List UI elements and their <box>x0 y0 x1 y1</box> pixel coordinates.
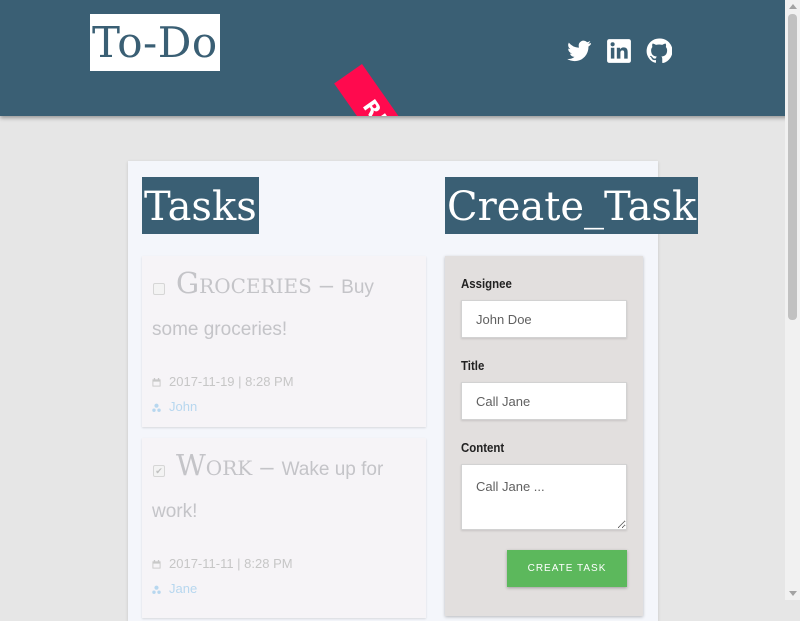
task-description: some groceries! <box>152 319 288 340</box>
task-description-start: Wake up for <box>281 459 384 480</box>
content-label: Content <box>461 440 505 455</box>
task-checkbox[interactable]: ✔ <box>153 465 165 477</box>
task-description: work! <box>152 501 198 522</box>
task-separator: – <box>260 454 274 481</box>
linkedin-icon <box>607 39 631 63</box>
app-header: To-Do RIOT <box>0 0 800 116</box>
tasks-heading: Tasks <box>142 177 259 234</box>
github-link[interactable] <box>646 38 672 64</box>
task-assignee: Jane <box>152 581 197 596</box>
task-timestamp-text: 2017-11-11 | 8:28 PM <box>169 556 293 571</box>
task-card: Groceries – Buy some groceries! 2017-11-19… <box>142 256 426 427</box>
user-icon <box>152 585 161 594</box>
task-title: Work – Wake up for <box>176 448 383 482</box>
task-timestamp: 2017-11-11 | 8:28 PM <box>152 556 293 571</box>
calendar-icon <box>152 560 161 569</box>
task-description-start: Buy <box>341 277 374 298</box>
assignee-label: Assignee <box>461 276 512 291</box>
task-timestamp-text: 2017-11-19 | 8:28 PM <box>169 374 294 389</box>
create-task-button[interactable]: CREATE TASK <box>507 550 627 587</box>
scroll-up-arrow-icon[interactable] <box>789 4 797 9</box>
create-task-heading: Create_Task <box>445 177 699 234</box>
task-title-text: Groceries <box>176 266 312 300</box>
title-label: Title <box>461 358 485 373</box>
task-card: ✔ Work – Wake up for work! 2017-11-11 | 8:… <box>142 438 426 618</box>
riot-ribbon[interactable]: RIOT <box>334 64 437 116</box>
twitter-link[interactable] <box>566 38 592 64</box>
app-logo[interactable]: To-Do <box>90 14 220 71</box>
task-checkbox[interactable] <box>153 283 165 295</box>
task-timestamp: 2017-11-19 | 8:28 PM <box>152 374 294 389</box>
task-assignee-name: Jane <box>169 581 198 596</box>
task-separator: – <box>319 272 334 299</box>
github-icon <box>646 38 672 64</box>
user-icon <box>152 403 161 412</box>
create-task-form: Assignee Title Content CREATE TASK <box>445 256 643 616</box>
calendar-icon <box>152 378 161 387</box>
scroll-down-arrow-icon[interactable] <box>789 591 797 596</box>
task-assignee-name: John <box>169 399 198 414</box>
task-title-text: Work <box>176 448 253 482</box>
task-title: Groceries – Buy <box>176 266 374 300</box>
assignee-input[interactable] <box>461 300 627 338</box>
linkedin-link[interactable] <box>606 38 632 64</box>
twitter-icon <box>567 40 591 62</box>
title-input[interactable] <box>461 382 627 420</box>
scrollbar-thumb[interactable] <box>788 14 797 320</box>
page-scrollbar[interactable] <box>785 0 800 600</box>
task-assignee: John <box>152 399 197 414</box>
content-textarea[interactable] <box>461 464 627 530</box>
